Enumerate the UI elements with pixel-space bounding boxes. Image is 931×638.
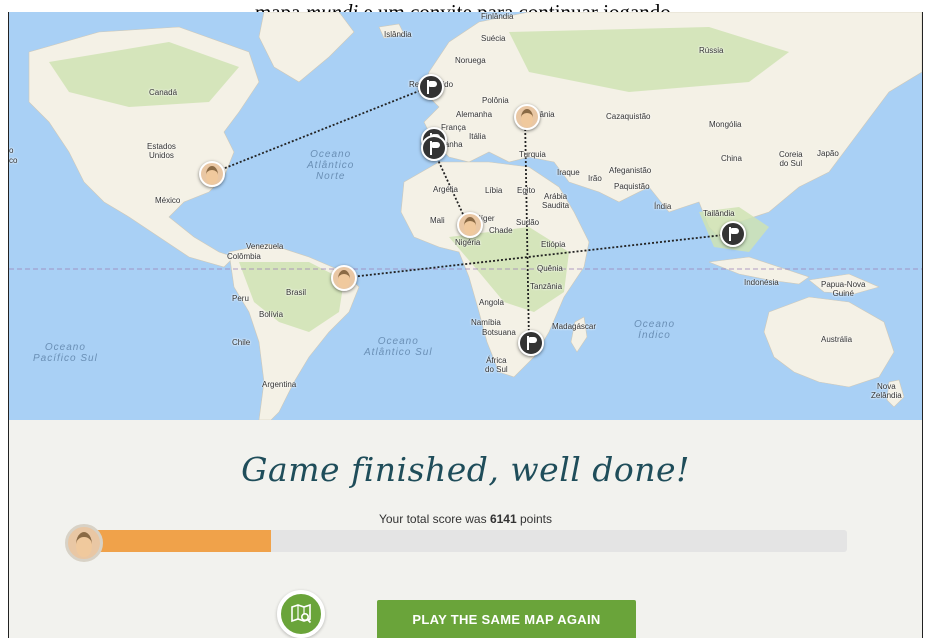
- label-arabia-saudita: Arábia Saudita: [542, 192, 570, 210]
- flag-marker-thailand[interactable]: [720, 221, 746, 247]
- game-finished-title: Game finished, well done!: [241, 450, 690, 489]
- label-libia: Líbia: [485, 186, 503, 195]
- label-chade: Chade: [489, 226, 513, 235]
- label-argentina: Argentina: [262, 380, 297, 389]
- label-afeganistao: Afeganistão: [609, 166, 652, 175]
- label-estados-unidos: Estados Unidos: [147, 142, 176, 160]
- result-panel: Game finished, well done! Your total sco…: [9, 420, 922, 638]
- play-same-map-again-button[interactable]: PLAY THE SAME MAP AGAIN: [377, 600, 636, 638]
- label-indonesia: Indonésia: [744, 278, 779, 287]
- score-prefix: Your total score was: [378, 512, 490, 526]
- player-marker-usa[interactable]: [199, 161, 225, 187]
- map-search-button[interactable]: [277, 590, 325, 638]
- player-marker-ukraine[interactable]: [514, 104, 540, 130]
- flag-marker-spain[interactable]: [421, 135, 447, 161]
- label-russia: Rússia: [699, 46, 724, 55]
- label-italia: Itália: [469, 132, 486, 141]
- player-marker-nigeria[interactable]: [457, 212, 483, 238]
- label-franca: França: [441, 123, 466, 132]
- label-bolivia: Bolívia: [259, 310, 284, 319]
- label-suecia: Suécia: [481, 34, 506, 43]
- ocean-atlantico-norte: Oceano Atlântico Norte: [307, 149, 355, 182]
- label-argelia: Argélia: [433, 185, 458, 194]
- label-mali: Mali: [430, 216, 445, 225]
- ocean-pacifico-sul: Oceano Pacífico Sul: [33, 342, 98, 364]
- label-etiopia: Etiópia: [541, 240, 566, 249]
- label-iraque: Iraque: [557, 168, 580, 177]
- label-china: China: [721, 154, 742, 163]
- label-alemanha: Alemanha: [456, 110, 493, 119]
- score-progress-bar: [79, 530, 847, 552]
- label-quenia: Quênia: [537, 264, 563, 273]
- flag-marker-south-africa[interactable]: [518, 330, 544, 356]
- label-polonia: Polônia: [482, 96, 509, 105]
- score-summary: Your total score was 6141 points: [9, 512, 922, 526]
- ocean-atlantico-sul: Oceano Atlântico Sul: [364, 336, 433, 358]
- label-paquistao: Paquistão: [614, 182, 650, 191]
- map-search-icon: [291, 603, 312, 624]
- label-africa-do-sul: África do Sul: [485, 356, 508, 374]
- flag-marker-uk[interactable]: [418, 74, 444, 100]
- label-papua: Papua-Nova Guiné: [821, 280, 866, 298]
- label-australia: Austrália: [821, 335, 853, 344]
- label-ira: Irão: [588, 174, 602, 183]
- label-tanzania: Tanzânia: [530, 282, 563, 291]
- label-venezuela: Venezuela: [246, 242, 284, 251]
- label-noruega: Noruega: [455, 56, 486, 65]
- label-canada: Canadá: [149, 88, 178, 97]
- land-greenland: [258, 12, 355, 83]
- label-india: Índia: [654, 202, 672, 211]
- score-value: 6141: [489, 512, 517, 526]
- label-colombia: Colômbia: [227, 252, 261, 261]
- ocean-indico: Oceano Índico: [634, 319, 676, 341]
- label-japao: Japão: [817, 149, 839, 158]
- label-edge-co: co: [9, 156, 18, 165]
- label-angola: Angola: [479, 298, 504, 307]
- label-peru: Peru: [232, 294, 249, 303]
- player-marker-brazil[interactable]: [331, 265, 357, 291]
- label-namibia: Namíbia: [471, 318, 501, 327]
- label-finlandia: Finlândia: [481, 12, 514, 21]
- label-botsuana: Botsuana: [482, 328, 516, 337]
- label-nigeria: Nigéria: [455, 238, 481, 247]
- label-mongolia: Mongólia: [709, 120, 742, 129]
- player-avatar: [65, 524, 103, 562]
- label-islandia: Islândia: [384, 30, 412, 39]
- label-mexico: México: [155, 196, 181, 205]
- label-egito: Egito: [517, 186, 536, 195]
- label-tailandia: Tailândia: [703, 209, 735, 218]
- game-frame: Finlândia Islândia Suécia Noruega Rússia…: [8, 12, 923, 638]
- score-progress-fill: [79, 530, 271, 552]
- label-madagascar: Madagáscar: [552, 322, 597, 331]
- label-chile: Chile: [232, 338, 251, 347]
- score-suffix: points: [516, 512, 552, 526]
- label-brasil: Brasil: [286, 288, 307, 297]
- label-cazaquistao: Cazaquistão: [606, 112, 651, 121]
- world-map[interactable]: Finlândia Islândia Suécia Noruega Rússia…: [9, 12, 922, 420]
- label-nova-zelandia: Nova Zelândia: [871, 382, 902, 400]
- label-turquia: Turquia: [519, 150, 546, 159]
- label-edge-o: o: [9, 146, 14, 155]
- label-sudao: Sudão: [516, 218, 540, 227]
- label-coreia-do-sul: Coreia do Sul: [779, 150, 803, 168]
